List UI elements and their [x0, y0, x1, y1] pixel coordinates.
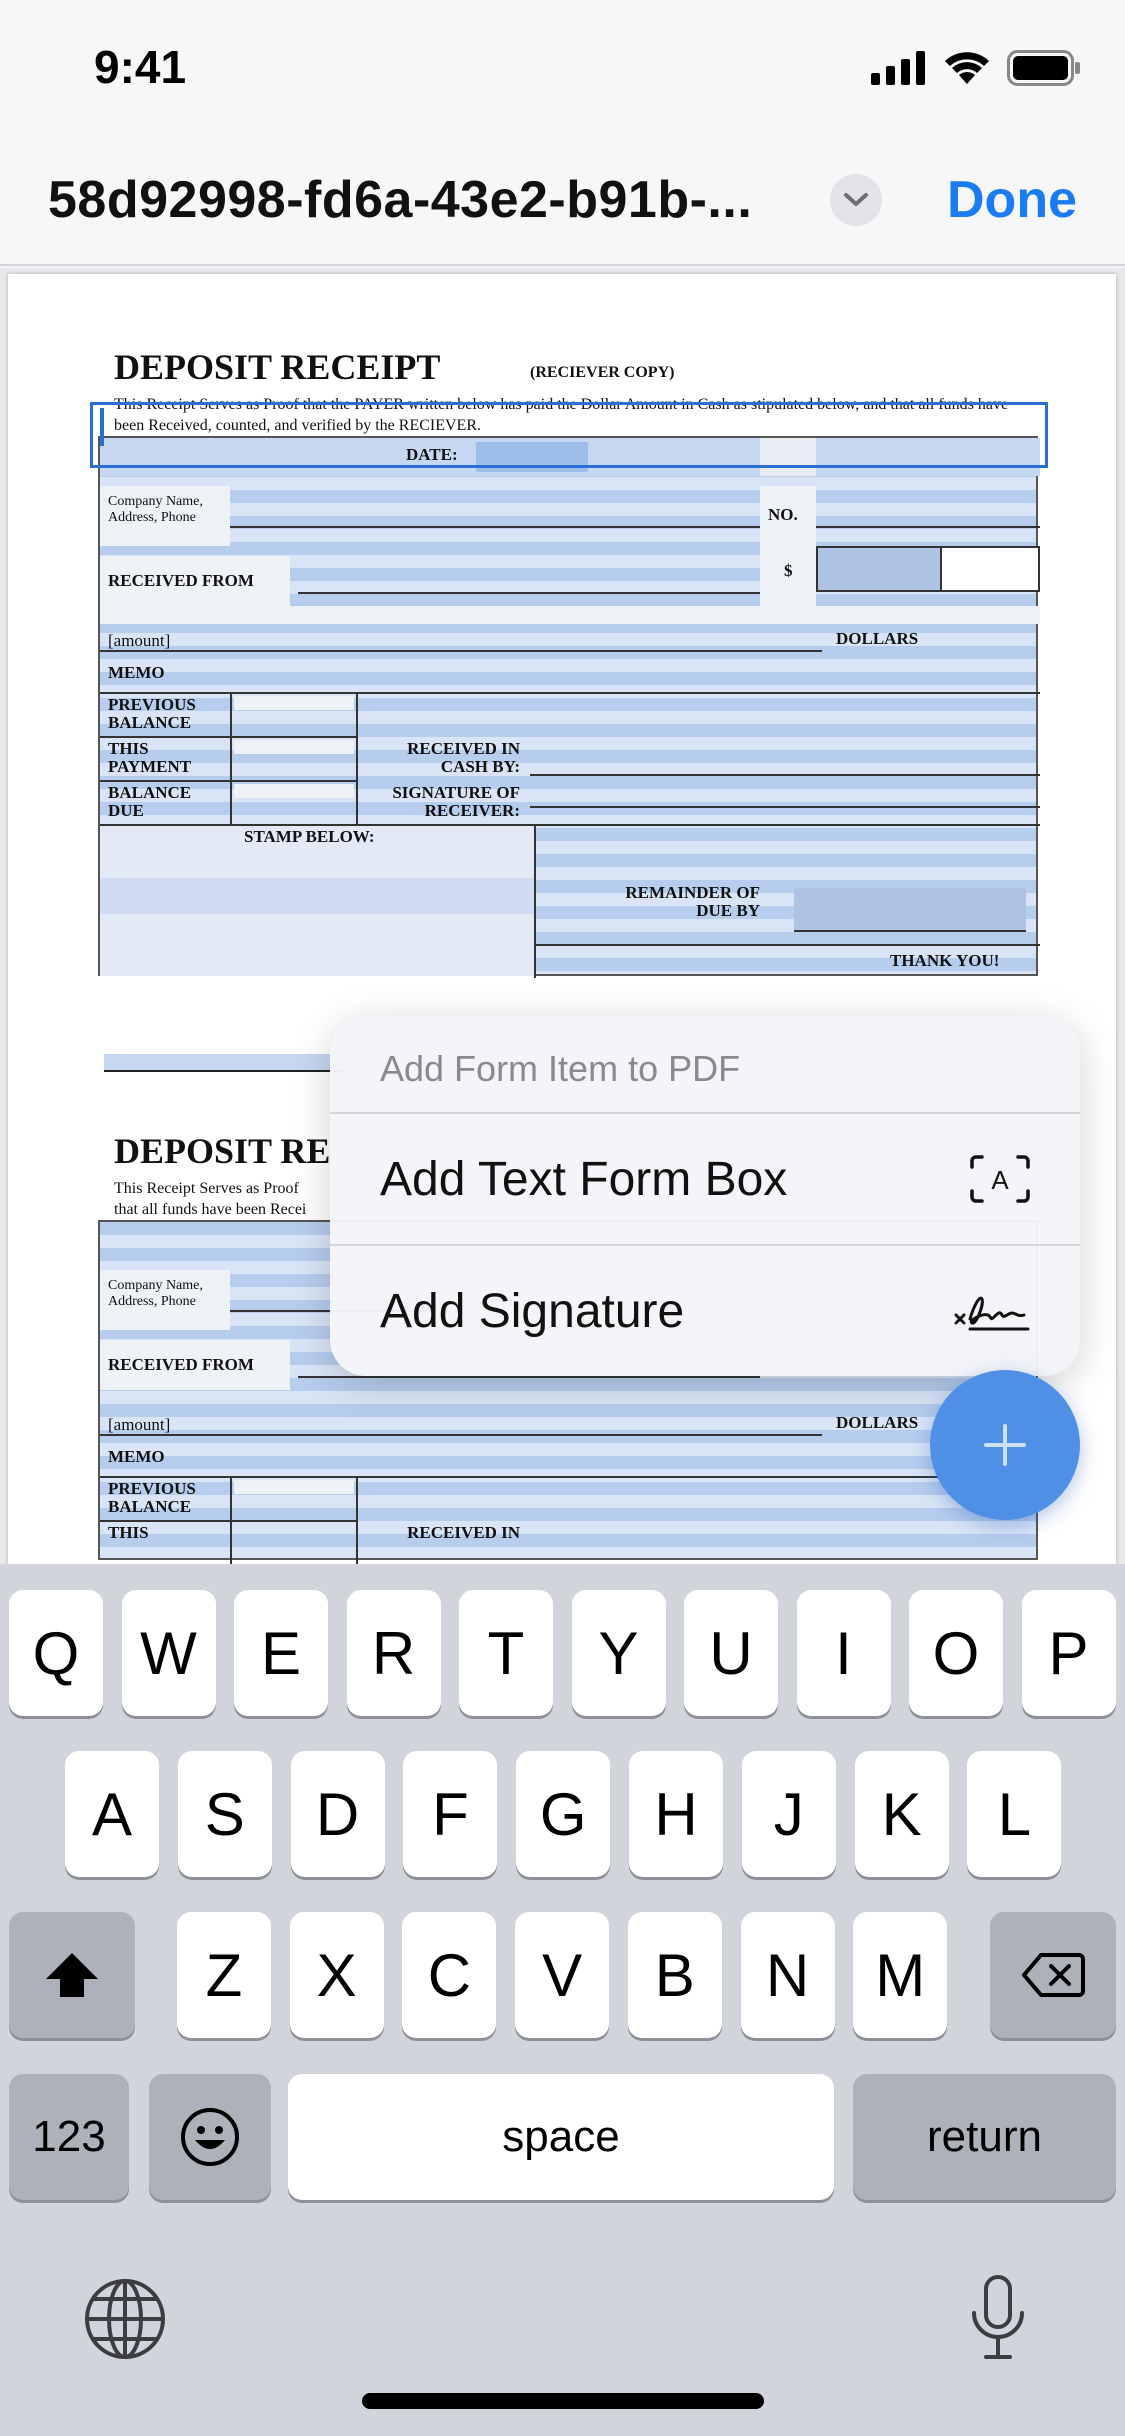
this-payment-label: THIS PAYMENT	[108, 739, 192, 776]
key-i[interactable]: I	[796, 1590, 891, 1716]
return-key[interactable]: return	[853, 2074, 1116, 2200]
thank-you-label: THANK YOU!	[890, 951, 1000, 970]
menu-item-label: Add Signature	[380, 1285, 685, 1338]
key-l[interactable]: L	[967, 1751, 1062, 1877]
document-title[interactable]: 58d92998-fd6a-43e2-b91b-...	[48, 170, 752, 230]
emoji-icon	[181, 2108, 239, 2166]
status-icons	[871, 50, 1081, 86]
menu-item-label: Add Text Form Box	[380, 1153, 788, 1206]
home-indicator[interactable]	[362, 2393, 764, 2409]
done-button[interactable]: Done	[947, 170, 1077, 230]
key-f[interactable]: F	[403, 1751, 498, 1877]
key-s[interactable]: S	[177, 1751, 272, 1877]
this-label-copy: THIS	[108, 1523, 149, 1542]
amount-box[interactable]	[816, 546, 942, 592]
key-g[interactable]: G	[516, 1751, 611, 1877]
amount-label: [amount]	[108, 631, 171, 650]
svg-text:A: A	[991, 1165, 1009, 1195]
status-time: 9:41	[94, 41, 187, 93]
key-t[interactable]: T	[459, 1590, 553, 1716]
received-from-label: RECEIVED FROM	[108, 571, 254, 590]
receipt-title: DEPOSIT RECEIPT	[114, 347, 441, 387]
deposit-receipt: DEPOSIT RECEIPT (RECIEVER COPY) This Rec…	[90, 346, 1048, 1026]
signature-label: SIGNATURE OF RECEIVER:	[392, 783, 520, 820]
keyboard: QWERTYUIOP ASDFGHJKL ZXCVBNM 123 space r…	[0, 1564, 1125, 2436]
menu-header: Add Form Item to PDF	[380, 1048, 741, 1089]
received-from-label-copy: RECEIVED FROM	[108, 1355, 254, 1374]
nav-bar: 58d92998-fd6a-43e2-b91b-... Done	[0, 140, 1125, 266]
cut-line	[104, 1070, 344, 1072]
company-label: Company Name, Address, Phone	[108, 494, 203, 525]
company-label-copy: Company Name, Address, Phone	[108, 1278, 203, 1309]
plus-icon	[984, 1424, 1026, 1466]
key-k[interactable]: K	[854, 1751, 949, 1877]
text-form-box-selection[interactable]	[90, 402, 1048, 468]
text-form-box-icon: A	[968, 1152, 1032, 1206]
remainder-label: REMAINDER OF DUE BY	[625, 883, 760, 920]
add-text-form-box-item[interactable]: Add Text Form Box A	[330, 1114, 1080, 1244]
dollars-label-copy: DOLLARS	[836, 1413, 919, 1432]
key-d[interactable]: D	[290, 1751, 385, 1877]
key-r[interactable]: R	[346, 1590, 441, 1716]
key-e[interactable]: E	[234, 1590, 328, 1716]
battery-icon	[1007, 50, 1080, 86]
shift-key[interactable]	[9, 1912, 135, 2038]
space-key[interactable]: space	[288, 2074, 834, 2200]
receipt-copy-title: DEPOSIT RE	[114, 1131, 331, 1171]
key-c[interactable]: C	[402, 1912, 497, 2038]
previous-balance-label-copy: PREVIOUS BALANCE	[108, 1479, 196, 1516]
key-j[interactable]: J	[741, 1751, 836, 1877]
received-in-cash-label: RECEIVED IN CASH BY:	[407, 739, 520, 776]
add-form-item-menu: Add Form Item to PDF Add Text Form Box A…	[330, 1016, 1080, 1376]
key-q[interactable]: Q	[9, 1590, 103, 1716]
emoji-key[interactable]	[149, 2074, 271, 2200]
key-y[interactable]: Y	[571, 1590, 666, 1716]
add-form-item-button[interactable]	[930, 1370, 1080, 1520]
backspace-icon	[1022, 1953, 1085, 1997]
shift-icon	[46, 1953, 98, 1997]
key-x[interactable]: X	[289, 1912, 384, 2038]
numbers-key[interactable]: 123	[9, 2074, 129, 2200]
key-v[interactable]: V	[515, 1912, 610, 2038]
received-in-label-copy: RECEIVED IN	[407, 1523, 520, 1542]
key-z[interactable]: Z	[177, 1912, 271, 2038]
no-label: NO.	[768, 505, 798, 524]
key-o[interactable]: O	[909, 1590, 1003, 1716]
previous-balance-label: PREVIOUS BALANCE	[108, 695, 196, 732]
microphone-icon[interactable]	[958, 2268, 1038, 2368]
key-h[interactable]: H	[629, 1751, 723, 1877]
balance-due-label: BALANCE DUE	[108, 783, 192, 820]
memo-label-copy: MEMO	[108, 1447, 165, 1466]
receipt-subtitle: (RECIEVER COPY)	[530, 364, 675, 381]
amount-label-copy: [amount]	[108, 1415, 171, 1434]
memo-label: MEMO	[108, 663, 165, 682]
dollars-label: DOLLARS	[836, 629, 919, 648]
delete-key[interactable]	[990, 1912, 1116, 2038]
key-b[interactable]: B	[627, 1912, 722, 2038]
dollar-sign-label: $	[784, 561, 793, 580]
cellular-signal-icon	[871, 51, 925, 85]
key-m[interactable]: M	[853, 1912, 948, 2038]
text-caret	[100, 408, 104, 446]
signature-icon	[952, 1284, 1032, 1338]
key-n[interactable]: N	[740, 1912, 835, 2038]
receipt-form: DATE: Company Name, Address, Phone NO. R…	[98, 436, 1040, 978]
key-p[interactable]: P	[1021, 1590, 1116, 1716]
chevron-down-icon	[844, 193, 868, 206]
wifi-icon	[945, 52, 989, 84]
stamp-label: STAMP BELOW:	[244, 827, 375, 846]
title-menu-button[interactable]	[830, 174, 882, 226]
key-u[interactable]: U	[684, 1590, 778, 1716]
add-signature-item[interactable]: Add Signature	[330, 1246, 1080, 1376]
key-a[interactable]: A	[65, 1751, 159, 1877]
key-w[interactable]: W	[121, 1590, 216, 1716]
globe-icon[interactable]	[80, 2274, 170, 2364]
due-by-field[interactable]	[794, 888, 1026, 932]
status-bar: 9:41	[0, 0, 1125, 140]
